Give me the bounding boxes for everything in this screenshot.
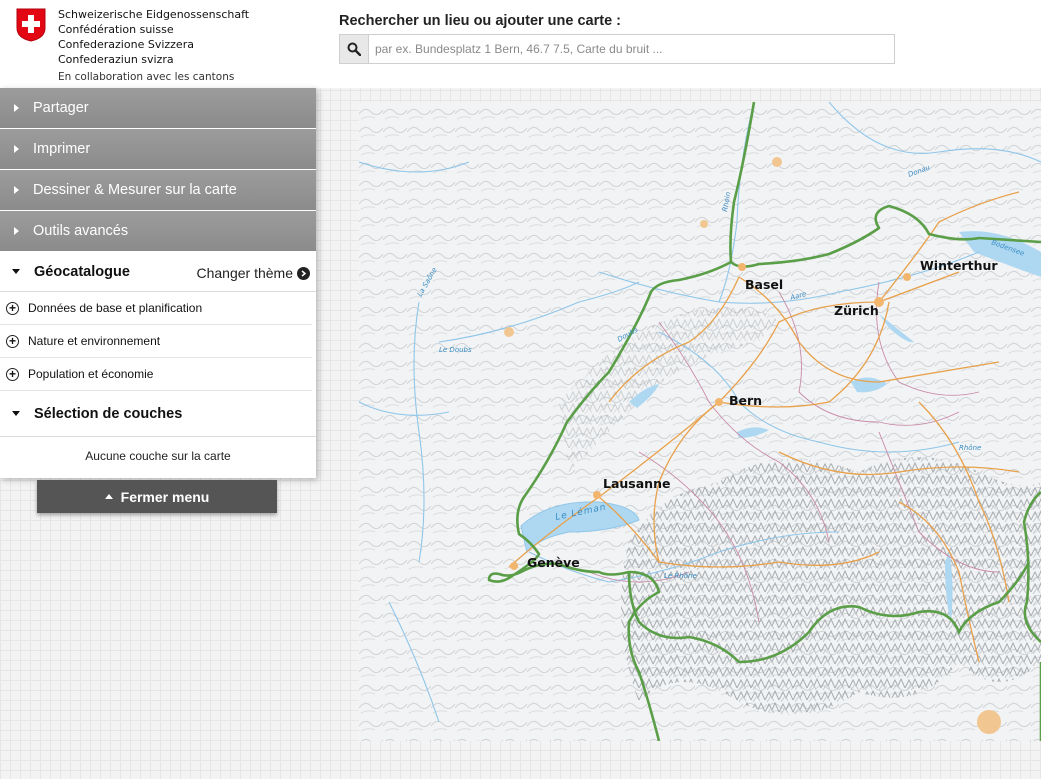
menu-advanced-tools-label: Outils avancés <box>33 223 129 239</box>
catalog-item-nature-environment[interactable]: + Nature et environnement <box>0 325 312 358</box>
close-menu-label: Fermer menu <box>120 488 210 505</box>
collapse-arrow-icon <box>12 411 20 416</box>
menu-share-label: Partager <box>33 100 89 116</box>
alpine-relief <box>621 457 1041 715</box>
expand-arrow-icon <box>14 145 19 153</box>
menu-advanced-tools[interactable]: Outils avancés <box>0 211 316 251</box>
swiss-flag-logo[interactable] <box>16 8 46 42</box>
plus-icon: + <box>6 301 19 315</box>
collapse-arrow-icon <box>12 269 20 274</box>
menu-print[interactable]: Imprimer <box>0 129 316 169</box>
search-icon <box>347 42 361 56</box>
change-theme-label: Changer thème <box>196 265 293 281</box>
menu-draw-measure-label: Dessiner & Mesurer sur la carte <box>33 182 237 198</box>
expand-arrow-icon <box>14 104 19 112</box>
catalog-item-base-planning[interactable]: + Données de base et planification <box>0 292 312 325</box>
arrow-up-icon <box>104 494 113 499</box>
collaboration-text: En collaboration avec les cantons <box>58 71 235 83</box>
expand-arrow-icon <box>14 186 19 194</box>
layer-selection-title: Sélection de couches <box>34 405 183 422</box>
layer-selection-header[interactable]: Sélection de couches <box>0 391 316 437</box>
close-menu-button[interactable]: Fermer menu <box>37 480 277 513</box>
side-menu: Partager Imprimer Dessiner & Mesurer sur… <box>0 88 316 478</box>
geocatalog-header[interactable]: Géocatalogue Changer thème <box>0 252 316 292</box>
no-layer-message: Aucune couche sur la carte <box>85 449 231 463</box>
confed-line-fr: Confédération suisse <box>58 23 174 36</box>
city-zurich[interactable]: Zürich <box>834 303 879 318</box>
confed-line-it: Confederazione Svizzera <box>58 38 194 51</box>
city-basel[interactable]: Basel <box>745 277 783 292</box>
river-label-le-doubs: Le Doubs <box>439 346 472 354</box>
map-view[interactable]: Basel Zürich Winterthur Bern Lausanne Ge… <box>359 102 1041 741</box>
river-label-le-rhone: Le Rhône <box>664 572 697 580</box>
plus-icon: + <box>6 367 19 381</box>
confed-line-de: Schweizerische Eidgenossenschaft <box>58 8 250 21</box>
confederation-name: Schweizerische Eidgenossenschaft Confédé… <box>58 7 249 85</box>
expand-arrow-icon <box>14 227 19 235</box>
city-geneve[interactable]: Genève <box>527 555 580 570</box>
city-bern[interactable]: Bern <box>729 393 762 408</box>
catalog-item-population-economy[interactable]: + Population et économie <box>0 358 312 391</box>
river-label-rhone: Rhône <box>959 444 981 452</box>
city-winterthur[interactable]: Winterthur <box>920 258 998 273</box>
menu-draw-measure[interactable]: Dessiner & Mesurer sur la carte <box>0 170 316 210</box>
geocatalog-title: Géocatalogue <box>34 263 130 280</box>
chevron-right-icon <box>297 266 310 280</box>
search-label: Rechercher un lieu ou ajouter une carte … <box>339 13 622 29</box>
header: Schweizerische Eidgenossenschaft Confédé… <box>0 0 1041 88</box>
catalog-item-label: Population et économie <box>28 367 154 381</box>
city-lausanne[interactable]: Lausanne <box>603 476 670 491</box>
search-box <box>339 34 895 64</box>
catalog-item-label: Nature et environnement <box>28 334 161 348</box>
plus-icon: + <box>6 334 19 348</box>
catalog-item-label: Données de base et planification <box>28 301 203 315</box>
menu-print-label: Imprimer <box>33 141 91 157</box>
search-input[interactable] <box>369 35 894 63</box>
confed-line-rm: Confederaziun svizra <box>58 53 174 66</box>
menu-share[interactable]: Partager <box>0 88 316 128</box>
change-theme-button[interactable]: Changer thème <box>196 265 310 281</box>
search-button[interactable] <box>340 35 369 63</box>
